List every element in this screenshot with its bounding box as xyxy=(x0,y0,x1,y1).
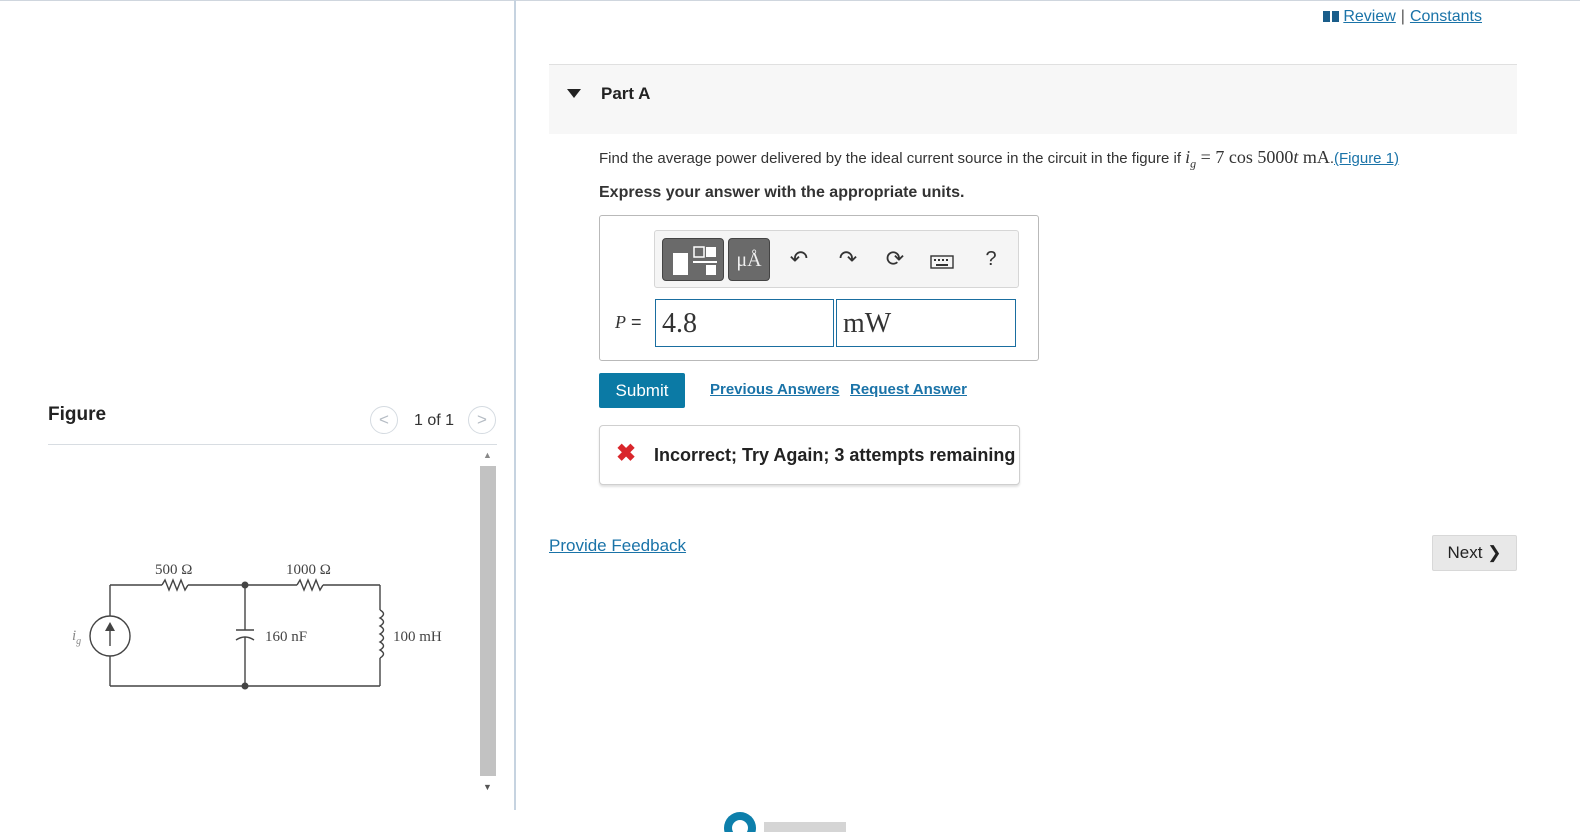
templates-button[interactable] xyxy=(662,238,724,281)
scroll-down-arrow-icon[interactable]: ▼ xyxy=(483,782,492,792)
next-button[interactable]: Next ❯ xyxy=(1432,535,1517,571)
feedback-box: ✖ Incorrect; Try Again; 3 attempts remai… xyxy=(599,425,1020,485)
circuit-label-r1: 500 Ω xyxy=(155,562,192,578)
units-button[interactable]: μÅ xyxy=(728,238,770,281)
figure-prev-button[interactable]: < xyxy=(370,406,398,434)
circuit-label-source: ig xyxy=(72,628,81,647)
figure-divider xyxy=(48,444,497,445)
answer-box: μÅ ↶ ↷ ⟳ ? P = 4.8 mW xyxy=(599,215,1039,361)
top-links: Review | Constants xyxy=(1323,8,1482,26)
keyboard-icon[interactable] xyxy=(929,251,955,275)
circuit-label-r2: 1000 Ω xyxy=(286,562,331,578)
figure-next-button[interactable]: > xyxy=(468,406,496,434)
scrollbar-thumb[interactable] xyxy=(480,466,496,776)
templates-icon xyxy=(673,246,717,275)
chevron-right-icon: > xyxy=(477,410,487,429)
question-body: Find the average power delivered by the … xyxy=(599,150,1186,167)
instruction-text: Express your answer with the appropriate… xyxy=(599,184,965,201)
redo-icon[interactable]: ↷ xyxy=(835,247,861,271)
figure-pager-count: 1 of 1 xyxy=(414,412,455,429)
question-text: Find the average power delivered by the … xyxy=(599,147,1400,171)
part-title: Part A xyxy=(601,84,651,103)
help-button[interactable]: ? xyxy=(978,247,1004,271)
next-label: Next xyxy=(1447,543,1483,562)
answer-variable-label: P = xyxy=(615,312,642,332)
top-border xyxy=(0,0,1580,1)
figure-title: Figure xyxy=(48,404,107,425)
previous-answers-link[interactable]: Previous Answers xyxy=(710,381,840,398)
link-separator: | xyxy=(1400,8,1405,25)
circuit-diagram: 500 Ω 1000 Ω 160 nF 100 mH ig xyxy=(72,562,442,690)
request-answer-link[interactable]: Request Answer xyxy=(850,381,967,398)
chevron-left-icon: < xyxy=(379,410,389,429)
reset-icon[interactable]: ⟳ xyxy=(882,247,908,271)
panel-divider[interactable] xyxy=(514,0,516,810)
collapse-caret-icon[interactable] xyxy=(567,89,581,98)
review-link[interactable]: Review xyxy=(1343,8,1395,25)
pearson-logo-icon xyxy=(724,812,846,832)
answer-value-input[interactable]: 4.8 xyxy=(655,299,834,347)
part-a-header[interactable]: Part A xyxy=(549,64,1517,134)
submit-button[interactable]: Submit xyxy=(599,373,685,408)
book-icon xyxy=(1323,11,1340,22)
chevron-right-icon: ❯ xyxy=(1487,543,1502,562)
incorrect-x-icon: ✖ xyxy=(616,440,637,467)
feedback-message: Incorrect; Try Again; 3 attempts remaini… xyxy=(654,445,1016,465)
circuit-label-inductor: 100 mH xyxy=(393,629,442,645)
math-toolbar: μÅ ↶ ↷ ⟳ ? xyxy=(654,230,1019,288)
undo-icon[interactable]: ↶ xyxy=(786,247,812,271)
scroll-up-arrow-icon[interactable]: ▲ xyxy=(483,450,492,460)
circuit-label-capacitor: 160 nF xyxy=(265,629,307,645)
provide-feedback-link[interactable]: Provide Feedback xyxy=(549,536,686,556)
question-math: ig = 7 cos 5000t mA xyxy=(1185,147,1330,171)
constants-link[interactable]: Constants xyxy=(1410,8,1482,25)
answer-unit-input[interactable]: mW xyxy=(836,299,1016,347)
figure-link[interactable]: (Figure 1) xyxy=(1334,150,1399,167)
